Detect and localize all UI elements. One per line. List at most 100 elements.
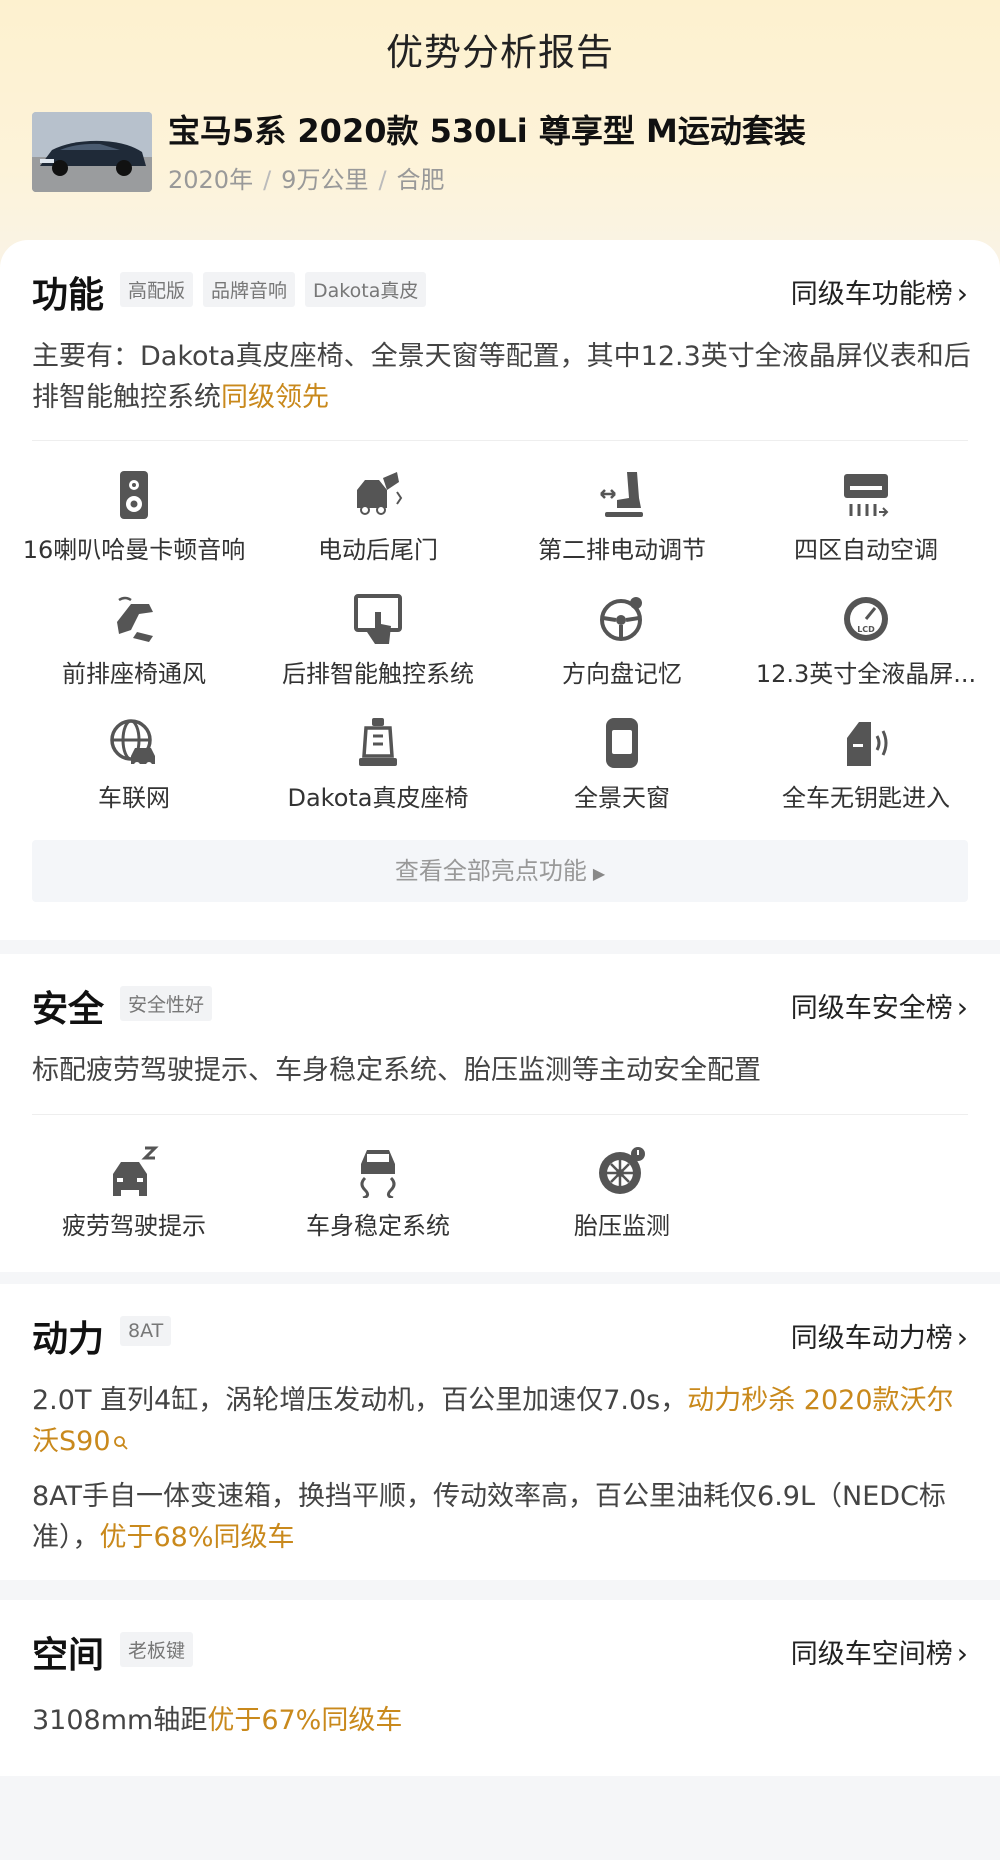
connected-car-icon (110, 719, 155, 768)
safety-desc: 标配疲劳驾驶提示、车身稳定系统、胎压监测等主动安全配置 (32, 1055, 761, 1086)
power-desc-highlight: 优于68%同级车 (99, 1522, 295, 1553)
svg-text:LCD: LCD (857, 625, 875, 634)
feature-touch-screen[interactable]: 后排智能触控系统 (256, 592, 500, 689)
feature-label: 后排智能触控系统 (282, 660, 474, 688)
air-conditioner-icon (844, 474, 889, 517)
touch-screen-icon (354, 594, 402, 644)
feature-label: 车联网 (98, 784, 170, 812)
view-all-features-button[interactable]: 查看全部亮点功能 ▶ (32, 840, 968, 902)
car-thumbnail[interactable] (32, 112, 152, 192)
tag-dakota-leather: Dakota真皮 (305, 272, 427, 307)
power-title: 动力 (32, 1319, 105, 1360)
divider (32, 440, 968, 441)
feature-label: 全车无钥匙进入 (782, 784, 950, 812)
function-tags: 高配版 品牌音响 Dakota真皮 (120, 272, 436, 307)
function-rank-link[interactable]: 同级车功能榜 › (791, 272, 968, 311)
car-year: 2020年 (168, 166, 254, 194)
feature-speaker[interactable]: 16喇叭哈曼卡顿音响 (12, 468, 256, 565)
panoramic-sunroof-icon (606, 718, 638, 768)
feature-seat-ventilation[interactable]: 前排座椅通风 (12, 592, 256, 689)
tag-brand-audio: 品牌音响 (203, 272, 296, 307)
space-title: 空间 (32, 1635, 105, 1676)
safety-rank-label: 同级车安全榜 (790, 993, 953, 1024)
power-rank-link[interactable]: 同级车动力榜 › (791, 1316, 968, 1355)
view-all-label: 查看全部亮点功能 (394, 857, 587, 885)
space-desc-text: 3108mm轴距 (32, 1705, 208, 1736)
feature-label: 前排座椅通风 (62, 660, 206, 688)
feature-steering-memory[interactable]: 方向盘记忆 (500, 592, 744, 689)
tag-8at: 8AT (120, 1316, 172, 1346)
speaker-icon (120, 471, 148, 519)
power-rank-label: 同级车动力榜 (790, 1323, 953, 1354)
feature-label: 第二排电动调节 (538, 536, 706, 564)
space-tags: 老板键 (120, 1632, 203, 1667)
feature-seat-adjust[interactable]: 第二排电动调节 (500, 468, 744, 565)
car-meta: 2020年/9万公里 / 合肥 (168, 166, 445, 194)
keyless-entry-icon (847, 722, 888, 766)
feature-label: 电动后尾门 (318, 536, 438, 564)
power-desc-transmission: 8AT手自一体变速箱，换挡平顺，传动效率高，百公里油耗仅6.9L（NEDC标准）… (32, 1476, 972, 1558)
chevron-right-icon: › (956, 991, 968, 1024)
fatigue-alert-icon (113, 1146, 159, 1196)
page-title: 优势分析报告 (386, 31, 614, 74)
function-desc: 主要有：Dakota真皮座椅、全景天窗等配置，其中12.3英寸全液晶屏仪表和后排… (32, 336, 972, 418)
stability-control-icon (360, 1150, 396, 1198)
power-card: 动力 8AT 同级车动力榜 › 2.0T 直列4缸，涡轮增压发动机，百公里加速仅7… (0, 1284, 1000, 1580)
feature-connected-car[interactable]: 车联网 (12, 716, 256, 813)
feature-label: 四区自动空调 (794, 536, 938, 564)
safety-tags: 安全性好 (120, 986, 222, 1021)
leather-seat-icon (359, 718, 397, 766)
chevron-right-icon: › (956, 1321, 968, 1354)
feature-leather-seat[interactable]: Dakota真皮座椅 (256, 716, 500, 813)
function-rank-label: 同级车功能榜 (790, 279, 953, 310)
space-desc-highlight: 优于67%同级车 (207, 1705, 403, 1736)
feature-air-conditioner[interactable]: 四区自动空调 (744, 468, 988, 565)
function-desc-text: 主要有：Dakota真皮座椅、全景天窗等配置，其中12.3英寸全液晶屏仪表和后排… (32, 341, 971, 413)
feature-label: 全景天窗 (574, 784, 670, 812)
steering-memory-icon (600, 597, 642, 641)
space-rank-link[interactable]: 同级车空间榜 › (791, 1632, 968, 1671)
space-desc: 3108mm轴距优于67%同级车 (32, 1700, 972, 1741)
lcd-gauge-icon: LCD (844, 597, 888, 641)
feature-stability-control[interactable]: 车身稳定系统 (256, 1144, 500, 1241)
tag-high-config: 高配版 (120, 272, 194, 307)
car-city: 合肥 (396, 166, 445, 194)
car-mileage: 9万公里 (281, 166, 369, 194)
tag-boss-key: 老板键 (120, 1632, 194, 1667)
tire-pressure-icon (599, 1147, 645, 1194)
power-desc-engine-text: 2.0T 直列4缸，涡轮增压发动机，百公里加速仅7.0s， (32, 1385, 688, 1416)
safety-card: 安全 安全性好 同级车安全榜 › 标配疲劳驾驶提示、车身稳定系统、胎压监测等主动安… (0, 954, 1000, 1272)
chevron-right-icon: › (956, 1637, 968, 1670)
tag-safety-good: 安全性好 (120, 986, 213, 1021)
safety-rank-link[interactable]: 同级车安全榜 › (791, 986, 968, 1025)
seat-ventilation-icon (117, 596, 153, 642)
feature-tailgate[interactable]: 电动后尾门 (256, 468, 500, 565)
function-title: 功能 (32, 275, 105, 316)
feature-keyless-entry[interactable]: 全车无钥匙进入 (744, 716, 988, 813)
power-tags: 8AT (120, 1316, 181, 1346)
feature-fatigue-alert[interactable]: 疲劳驾驶提示 (12, 1144, 256, 1241)
safety-title: 安全 (32, 989, 105, 1030)
seat-adjust-icon (600, 472, 643, 517)
power-desc-engine: 2.0T 直列4缸，涡轮增压发动机，百公里加速仅7.0s，动力秒杀 2020款沃… (32, 1380, 972, 1462)
car-name: 宝马5系 2020款 530Li 尊享型 M运动套装 (168, 112, 806, 150)
feature-sunroof[interactable]: 全景天窗 (500, 716, 744, 813)
function-desc-highlight: 同级领先 (221, 382, 329, 413)
search-icon[interactable] (113, 1435, 129, 1451)
feature-label: 16喇叭哈曼卡顿音响 (22, 536, 246, 564)
space-card: 空间 老板键 同级车空间榜 › 3108mm轴距优于67%同级车 (0, 1600, 1000, 1776)
triangle-right-icon: ▶ (592, 864, 606, 883)
power-tailgate-icon (357, 472, 403, 515)
feature-tire-pressure[interactable]: 胎压监测 (500, 1144, 744, 1241)
function-card: 功能 高配版 品牌音响 Dakota真皮 同级车功能榜 › 主要有：Dakota真皮座… (0, 240, 1000, 940)
feature-label: 方向盘记忆 (562, 660, 682, 688)
feature-label: Dakota真皮座椅 (287, 784, 469, 812)
feature-lcd-gauge[interactable]: LCD 12.3英寸全液晶屏... (744, 592, 988, 689)
feature-label: 车身稳定系统 (306, 1212, 450, 1240)
divider (32, 1114, 968, 1115)
chevron-right-icon: › (956, 277, 968, 310)
feature-label: 12.3英寸全液晶屏... (755, 660, 977, 688)
space-rank-label: 同级车空间榜 (790, 1639, 953, 1670)
feature-label: 胎压监测 (574, 1212, 670, 1240)
feature-label: 疲劳驾驶提示 (62, 1212, 206, 1240)
